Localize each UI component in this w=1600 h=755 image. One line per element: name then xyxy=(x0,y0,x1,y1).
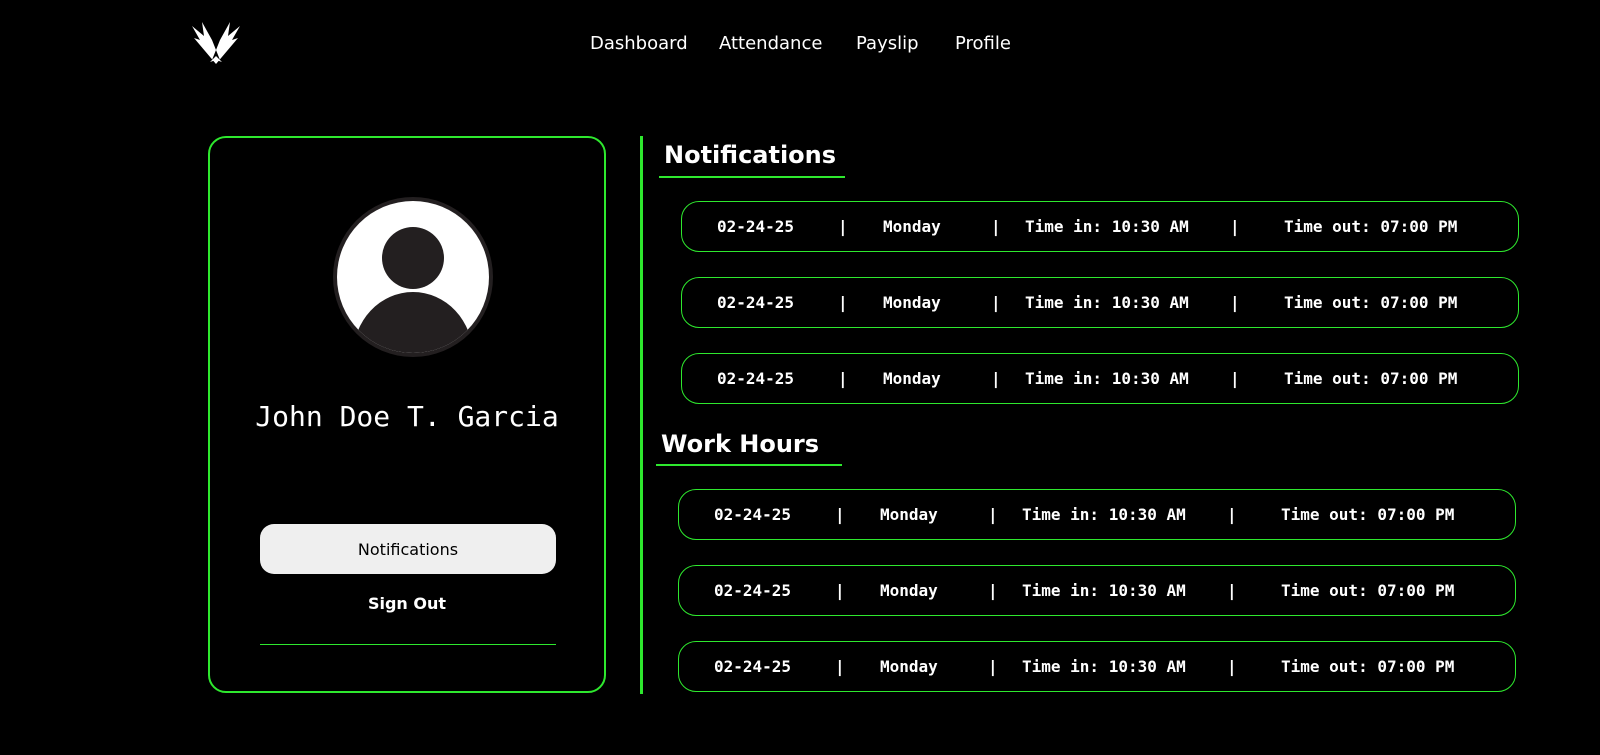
row-date: 02-24-25 xyxy=(714,657,792,676)
work-hours-row[interactable]: 02-24-25 | Monday | Time in: 10:30 AM | … xyxy=(678,641,1516,692)
row-time-in: Time in: 10:30 AM xyxy=(1025,369,1189,388)
row-day: Monday xyxy=(883,293,941,312)
vertical-divider xyxy=(640,136,643,694)
row-separator: | xyxy=(838,293,848,312)
card-divider xyxy=(260,644,556,645)
profile-card: John Doe T. Garcia Notifications Sign Ou… xyxy=(208,136,606,693)
row-time-in: Time in: 10:30 AM xyxy=(1025,293,1189,312)
row-separator: | xyxy=(835,505,845,524)
row-separator: | xyxy=(1230,369,1240,388)
notifications-button[interactable]: Notifications xyxy=(260,524,556,574)
row-separator: | xyxy=(988,581,998,600)
row-separator: | xyxy=(1227,505,1237,524)
row-separator: | xyxy=(991,369,1001,388)
row-date: 02-24-25 xyxy=(714,505,792,524)
nav-attendance[interactable]: Attendance xyxy=(719,33,822,54)
row-time-in: Time in: 10:30 AM xyxy=(1022,505,1186,524)
row-separator: | xyxy=(1230,293,1240,312)
row-date: 02-24-25 xyxy=(717,369,795,388)
row-separator: | xyxy=(991,217,1001,236)
row-day: Monday xyxy=(880,657,938,676)
row-separator: | xyxy=(835,581,845,600)
row-date: 02-24-25 xyxy=(717,293,795,312)
work-hours-title-underline xyxy=(656,464,842,466)
row-separator: | xyxy=(988,657,998,676)
nav-profile[interactable]: Profile xyxy=(955,33,1011,54)
row-time-out: Time out: 07:00 PM xyxy=(1284,217,1458,236)
notifications-title-underline xyxy=(659,176,845,178)
row-day: Monday xyxy=(883,217,941,236)
row-time-out: Time out: 07:00 PM xyxy=(1284,369,1458,388)
nav-dashboard[interactable]: Dashboard xyxy=(590,33,688,54)
row-time-out: Time out: 07:00 PM xyxy=(1281,657,1455,676)
work-hours-row[interactable]: 02-24-25 | Monday | Time in: 10:30 AM | … xyxy=(678,489,1516,540)
notifications-title: Notifications xyxy=(664,141,837,169)
row-separator: | xyxy=(838,369,848,388)
work-hours-title: Work Hours xyxy=(661,430,820,458)
row-time-out: Time out: 07:00 PM xyxy=(1281,505,1455,524)
winged-logo-icon[interactable] xyxy=(188,20,244,66)
row-time-out: Time out: 07:00 PM xyxy=(1284,293,1458,312)
row-date: 02-24-25 xyxy=(717,217,795,236)
row-separator: | xyxy=(835,657,845,676)
row-separator: | xyxy=(838,217,848,236)
profile-name: John Doe T. Garcia xyxy=(255,400,559,433)
row-time-in: Time in: 10:30 AM xyxy=(1022,657,1186,676)
nav-payslip[interactable]: Payslip xyxy=(856,33,919,54)
row-separator: | xyxy=(991,293,1001,312)
row-date: 02-24-25 xyxy=(714,581,792,600)
row-time-out: Time out: 07:00 PM xyxy=(1281,581,1455,600)
user-avatar-icon xyxy=(333,197,493,357)
row-separator: | xyxy=(988,505,998,524)
row-day: Monday xyxy=(880,505,938,524)
row-day: Monday xyxy=(883,369,941,388)
row-separator: | xyxy=(1227,581,1237,600)
row-time-in: Time in: 10:30 AM xyxy=(1022,581,1186,600)
row-day: Monday xyxy=(880,581,938,600)
notification-row[interactable]: 02-24-25 | Monday | Time in: 10:30 AM | … xyxy=(681,353,1519,404)
notification-row[interactable]: 02-24-25 | Monday | Time in: 10:30 AM | … xyxy=(681,277,1519,328)
row-separator: | xyxy=(1227,657,1237,676)
sign-out-link[interactable]: Sign Out xyxy=(210,594,604,613)
row-separator: | xyxy=(1230,217,1240,236)
notification-row[interactable]: 02-24-25 | Monday | Time in: 10:30 AM | … xyxy=(681,201,1519,252)
row-time-in: Time in: 10:30 AM xyxy=(1025,217,1189,236)
work-hours-row[interactable]: 02-24-25 | Monday | Time in: 10:30 AM | … xyxy=(678,565,1516,616)
